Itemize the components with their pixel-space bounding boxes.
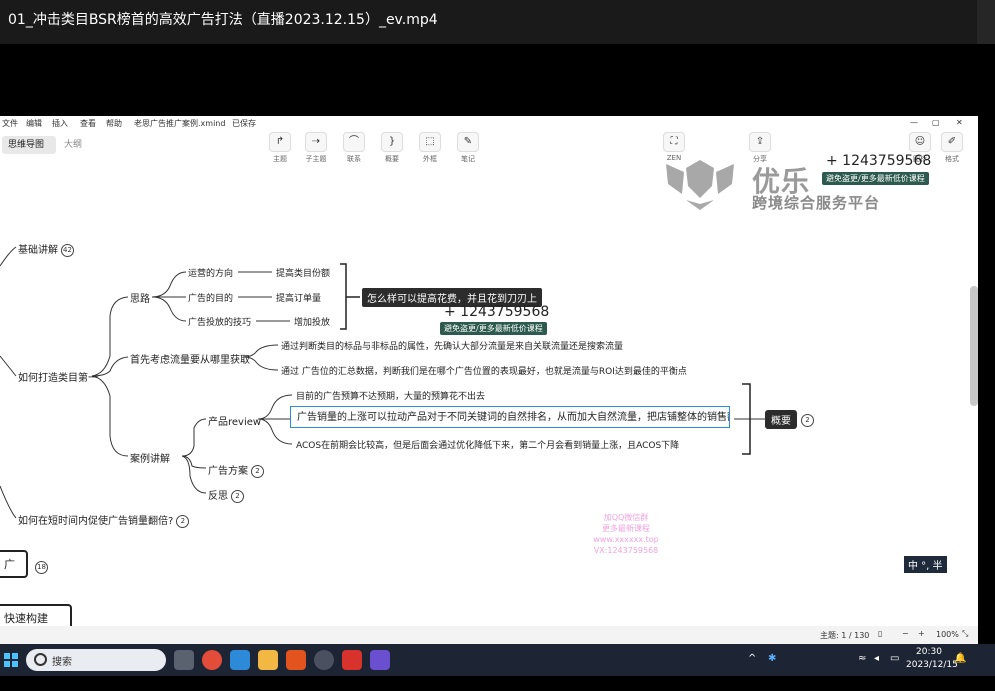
topic-review-3[interactable]: ACOS在前期会比较高，但是后面会通过优化降低下来，第二个月会看到销量上涨，且A… — [296, 438, 679, 451]
wps-icon[interactable] — [342, 650, 362, 670]
topic-purpose[interactable]: 广告的目的 — [188, 291, 233, 304]
clock-app-icon[interactable] — [314, 650, 334, 670]
topic-double-sales[interactable]: 如何在短时间内促使广告销量翻倍? 2 — [18, 512, 190, 528]
topic-basic[interactable]: 基础讲解 42 — [18, 241, 74, 257]
clock-time[interactable]: 20:30 — [916, 647, 942, 657]
watermark-badge: 避免盗更/更多最新低价课程 — [822, 172, 929, 185]
topic-how-first[interactable]: 如何打造类目第一 — [18, 369, 98, 384]
topic-direction-result[interactable]: 提高类目份额 — [276, 266, 330, 279]
mindmap-app-window: 文件 编辑 插入 查看 帮助 老思广告推广案例.xmind 已保存 — ▢ ✕ … — [0, 116, 978, 644]
windows-start-icon[interactable] — [4, 652, 18, 667]
watermark-badge-2: 避免盗更/更多最新低价课程 — [440, 322, 547, 335]
topic-case[interactable]: 案例讲解 — [130, 450, 170, 465]
video-title: 01_冲击类目BSR榜首的高效广告打法（直播2023.12.15）_ev.mp4 — [8, 12, 438, 28]
wifi-icon[interactable]: ≈ — [858, 653, 866, 664]
title-bar-edge — [977, 0, 995, 44]
topic-purpose-result[interactable]: 提高订单量 — [276, 291, 321, 304]
taskbar: 搜索 ^ ✱ ≈ ◂ ▭ 20:30 2023/12/15 🔔 — [0, 644, 995, 676]
bluetooth-icon[interactable]: ✱ — [768, 653, 776, 664]
main-topic-box[interactable]: 广 — [0, 550, 28, 578]
remote-desktop-icon[interactable] — [230, 650, 250, 670]
volume-icon[interactable]: ◂ — [874, 653, 879, 664]
taskbar-search[interactable]: 搜索 — [26, 649, 166, 671]
topic-count: 主题: 1 / 130 — [820, 631, 870, 640]
topic-review-1[interactable]: 目前的广告预算不达预期，大量的预算花不出去 — [296, 389, 485, 402]
task-view-icon[interactable] — [174, 650, 194, 670]
topic-direction[interactable]: 运营的方向 — [188, 266, 233, 279]
app-icon[interactable] — [370, 650, 390, 670]
clock-date[interactable]: 2023/12/15 — [906, 660, 958, 670]
pink-watermark: 加QQ微信群 更多最新课程 www.xxxxxx.top VX:12437595… — [593, 513, 659, 555]
zoom-out-icon[interactable]: − — [902, 629, 909, 638]
topic-thinking[interactable]: 思路 — [130, 290, 150, 305]
collapse-count[interactable]: 2 — [176, 514, 190, 528]
xmind-icon[interactable] — [286, 650, 306, 670]
topic-skills-result[interactable]: 增加投放 — [294, 315, 330, 328]
topic-first-consider-1[interactable]: 通过判断类目的标品与非标品的属性，先确认大部分流量是来自关联流量还是搜索流量 — [281, 339, 623, 352]
search-icon — [34, 653, 47, 666]
book-icon[interactable]: ▯ — [878, 629, 882, 638]
video-bottom-strip — [0, 676, 995, 691]
topic-review[interactable]: 产品review — [208, 413, 261, 428]
topic-first-consider-2[interactable]: 通过 广告位的汇总数据，判断我们是在哪个广告位置的表现最好，也就是流量与ROI达… — [281, 364, 687, 377]
battery-icon[interactable]: ▭ — [890, 653, 899, 664]
app-status-bar: 主题: 1 / 130 ▯ − + 100% ⤡ — [0, 626, 978, 644]
chrome-icon[interactable] — [202, 650, 222, 670]
vertical-scrollbar[interactable] — [970, 286, 978, 406]
collapse-count[interactable]: 2 — [231, 489, 244, 503]
watermark-subtitle: 跨境综合服务平台 — [752, 194, 881, 212]
summary-topic[interactable]: 概要 — [765, 410, 797, 429]
notification-icon[interactable]: 🔔 — [954, 653, 966, 664]
watermark-qq-2: + 1243759568 — [444, 304, 550, 320]
topic-review-2-selected[interactable]: 广告销量的上涨可以拉动产品对于不同关键词的自然排名，从而加大自然流量，把店铺整体… — [290, 406, 730, 428]
topic-plan[interactable]: 广告方案 2 — [208, 462, 264, 478]
topic-skills[interactable]: 广告投放的技巧 — [188, 315, 251, 328]
zoom-level[interactable]: 100% — [936, 630, 959, 639]
lion-logo-icon — [666, 160, 734, 210]
ime-indicator: 中 °, 半 — [904, 556, 947, 573]
watermark-qq: + 1243759568 — [826, 153, 932, 169]
video-title-bar: 01_冲击类目BSR榜首的高效广告打法（直播2023.12.15）_ev.mp4 — [0, 0, 995, 44]
collapse-count[interactable]: 42 — [61, 243, 74, 257]
file-explorer-icon[interactable] — [258, 650, 278, 670]
topic-reflect[interactable]: 反思 2 — [208, 487, 244, 503]
zoom-in-icon[interactable]: + — [918, 629, 925, 638]
collapse-count[interactable]: 2 — [251, 464, 264, 478]
collapse-count[interactable]: 18 — [35, 561, 48, 574]
fit-icon[interactable]: ⤡ — [962, 629, 968, 639]
tray-expand-icon[interactable]: ^ — [748, 653, 756, 664]
summary-collapse-count[interactable]: 2 — [801, 414, 814, 427]
topic-first-consider[interactable]: 首先考虑流量要从哪里获取 — [130, 351, 250, 366]
